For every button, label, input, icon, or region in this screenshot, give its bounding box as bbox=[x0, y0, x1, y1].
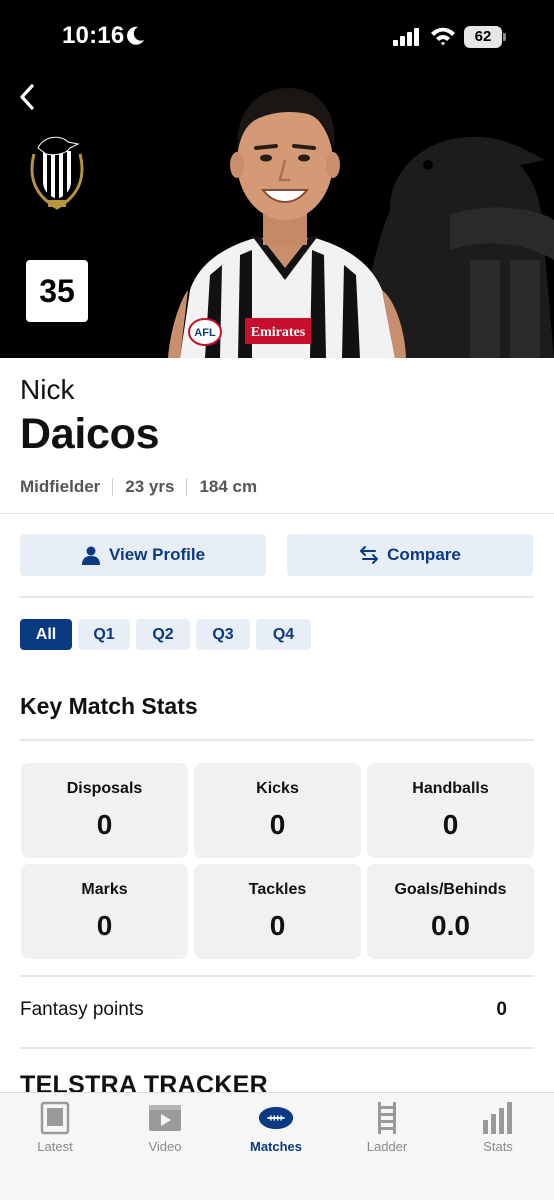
stat-label: Disposals bbox=[66, 780, 143, 797]
stat-label: Handballs bbox=[412, 780, 489, 797]
player-photo: AFL Emirates bbox=[168, 88, 406, 358]
tab-q4[interactable]: Q4 bbox=[256, 619, 311, 650]
stat-label: Goals/Behinds bbox=[394, 881, 507, 898]
player-age: 23 yrs bbox=[125, 477, 175, 496]
svg-text:AFL: AFL bbox=[194, 327, 216, 339]
nav-ladder-label: Ladder bbox=[366, 1139, 408, 1154]
stat-card-goals-behinds: Goals/Behinds 0.0 bbox=[367, 864, 534, 959]
view-profile-label: View Profile bbox=[108, 545, 206, 564]
stat-card-handballs: Handballs 0 bbox=[367, 763, 534, 858]
nav-ladder[interactable]: Ladder bbox=[332, 1093, 442, 1163]
compare-button[interactable]: Compare bbox=[287, 534, 533, 576]
stat-label: Kicks bbox=[256, 780, 299, 797]
meta-divider bbox=[186, 478, 188, 496]
jersey-number: 35 bbox=[26, 260, 88, 322]
person-icon bbox=[81, 546, 100, 565]
divider bbox=[20, 596, 534, 598]
divider bbox=[0, 513, 554, 514]
status-bar: 10:16 62 bbox=[0, 0, 554, 76]
stat-card-disposals: Disposals 0 bbox=[21, 763, 188, 858]
svg-text:Emirates: Emirates bbox=[251, 325, 306, 340]
chevron-left-icon bbox=[20, 84, 34, 110]
tab-q3[interactable]: Q3 bbox=[196, 619, 250, 650]
nav-latest[interactable]: Latest bbox=[0, 1093, 110, 1163]
player-position: Midfielder bbox=[20, 477, 101, 496]
back-button[interactable] bbox=[10, 80, 44, 114]
football-icon bbox=[258, 1101, 294, 1135]
fantasy-points-label: Fantasy points bbox=[20, 999, 144, 1020]
divider bbox=[20, 1047, 534, 1049]
divider bbox=[20, 739, 534, 741]
collingwood-logo-icon bbox=[30, 136, 84, 210]
player-last-name: Daicos bbox=[20, 410, 160, 458]
stat-value: 0 bbox=[269, 809, 286, 840]
stat-card-kicks: Kicks 0 bbox=[194, 763, 361, 858]
video-icon bbox=[147, 1101, 183, 1135]
signal-icon bbox=[393, 28, 419, 46]
ladder-icon bbox=[369, 1101, 405, 1135]
compare-label: Compare bbox=[387, 545, 461, 564]
swap-arrows-icon bbox=[360, 546, 379, 564]
nav-video-label: Video bbox=[148, 1139, 182, 1154]
fantasy-points-value: 0 bbox=[496, 999, 507, 1020]
quarter-tabs: All Q1 Q2 Q3 Q4 bbox=[20, 619, 311, 650]
stat-value: 0 bbox=[96, 809, 113, 840]
nav-matches-label: Matches bbox=[249, 1139, 303, 1154]
battery-icon: 62 bbox=[464, 26, 506, 48]
stat-label: Marks bbox=[81, 881, 128, 898]
tab-all[interactable]: All bbox=[20, 619, 72, 650]
stat-card-tackles: Tackles 0 bbox=[194, 864, 361, 959]
stat-label: Tackles bbox=[248, 881, 307, 898]
wifi-icon bbox=[431, 27, 455, 46]
tab-q1[interactable]: Q1 bbox=[78, 619, 130, 650]
battery-level: 62 bbox=[474, 28, 492, 45]
player-meta: Midfielder 23 yrs 184 cm bbox=[20, 477, 257, 497]
stat-value: 0 bbox=[442, 809, 459, 840]
key-stats-title: Key Match Stats bbox=[20, 693, 198, 719]
moon-icon bbox=[127, 26, 144, 45]
player-height: 184 cm bbox=[199, 477, 258, 496]
nav-latest-label: Latest bbox=[37, 1139, 73, 1154]
divider bbox=[20, 975, 534, 977]
stat-value: 0.0 bbox=[431, 910, 470, 941]
stats-icon bbox=[480, 1101, 516, 1135]
player-hero: AFL Emirates 10:16 62 35 bbox=[0, 0, 554, 358]
tab-q2[interactable]: Q2 bbox=[136, 619, 190, 650]
status-time: 10:16 bbox=[62, 22, 125, 49]
stat-card-marks: Marks 0 bbox=[21, 864, 188, 959]
bottom-nav: Latest Video Matches Ladder Stats bbox=[0, 1092, 554, 1200]
nav-video[interactable]: Video bbox=[110, 1093, 220, 1163]
meta-divider bbox=[112, 478, 114, 496]
nav-stats-label: Stats bbox=[483, 1139, 513, 1154]
stat-value: 0 bbox=[269, 910, 286, 941]
nav-stats[interactable]: Stats bbox=[443, 1093, 553, 1163]
player-first-name: Nick bbox=[20, 374, 75, 405]
stat-value: 0 bbox=[96, 910, 113, 941]
nav-matches[interactable]: Matches bbox=[221, 1093, 331, 1163]
view-profile-button[interactable]: View Profile bbox=[20, 534, 266, 576]
latest-icon bbox=[37, 1101, 73, 1135]
